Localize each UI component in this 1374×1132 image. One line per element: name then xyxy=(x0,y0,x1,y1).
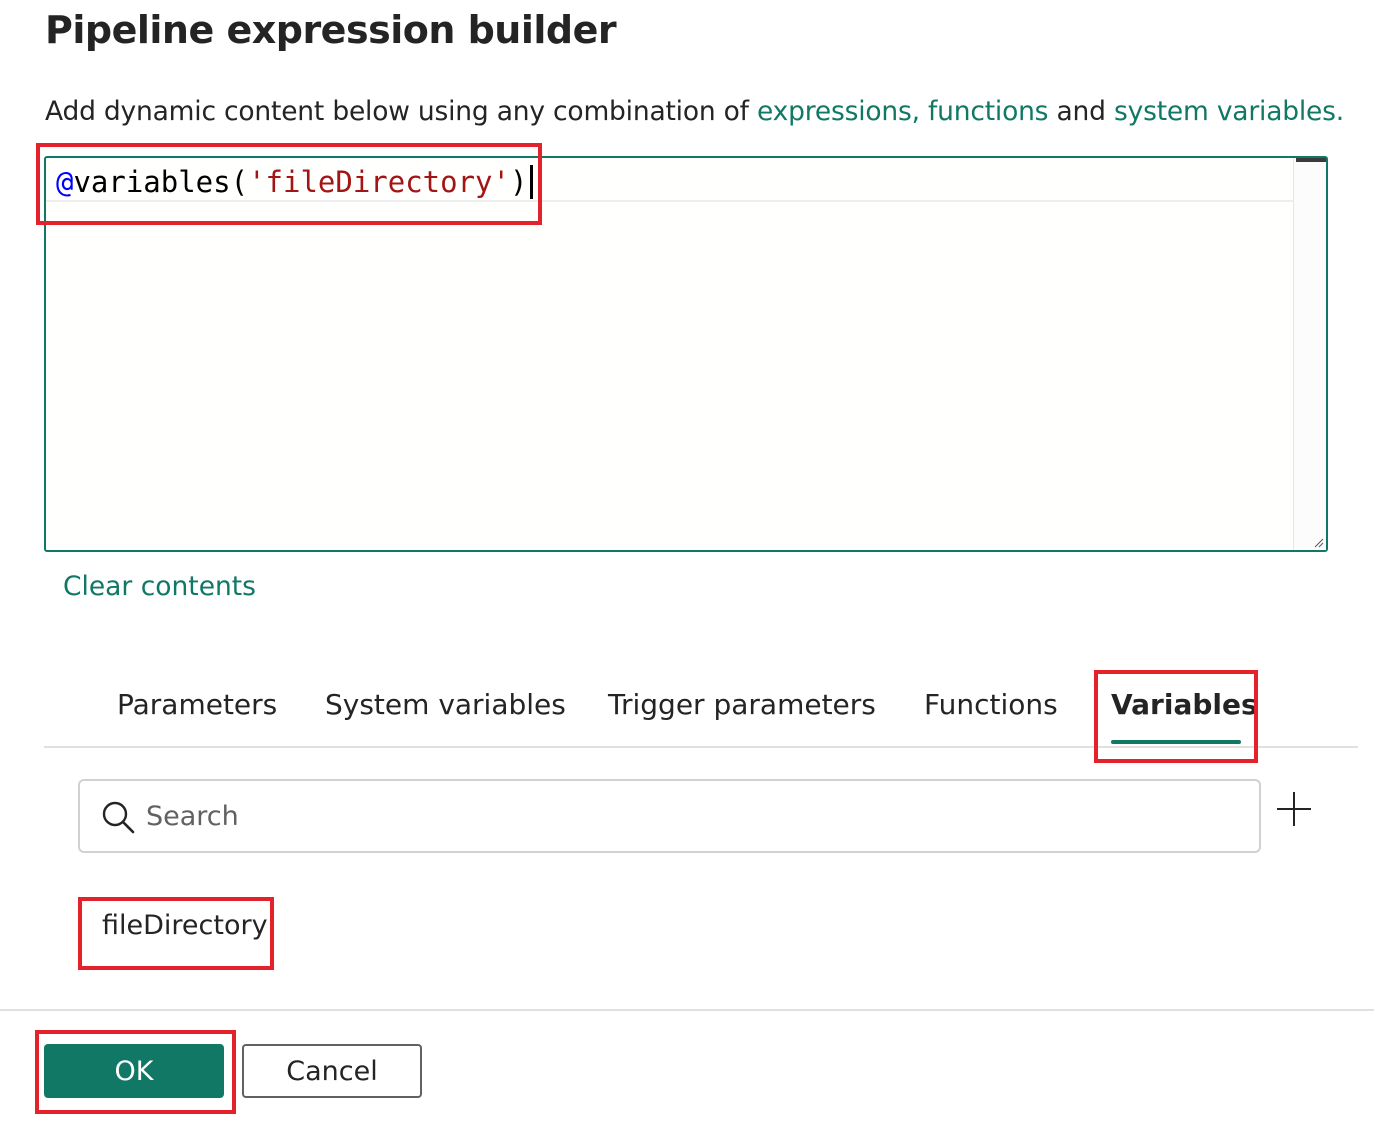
token-string-argument: 'fileDirectory' xyxy=(248,165,510,199)
clear-contents-link[interactable]: Clear contents xyxy=(63,571,256,602)
cancel-button[interactable]: Cancel xyxy=(242,1044,422,1098)
tab-system-variables[interactable]: System variables xyxy=(325,688,566,721)
token-open-paren: ( xyxy=(230,165,249,199)
description-middle: and xyxy=(1048,96,1114,127)
tab-bar: Parameters System variables Trigger para… xyxy=(44,670,1358,748)
editor-scrollbar[interactable] xyxy=(1293,158,1326,550)
add-variable-plus-icon[interactable] xyxy=(1275,790,1313,828)
system-variables-link[interactable]: system variables xyxy=(1114,96,1336,127)
tab-trigger-parameters[interactable]: Trigger parameters xyxy=(608,688,876,721)
description-prefix: Add dynamic content below using any comb… xyxy=(45,96,758,127)
search-icon xyxy=(102,801,135,834)
expressions-link[interactable]: expressions, xyxy=(757,96,928,127)
dialog-description: Add dynamic content below using any comb… xyxy=(45,96,1344,127)
tab-parameters[interactable]: Parameters xyxy=(117,688,277,721)
tab-variables[interactable]: Variables xyxy=(1111,688,1258,721)
active-tab-indicator xyxy=(1111,740,1241,744)
resize-grip-icon[interactable] xyxy=(1314,538,1324,548)
text-caret xyxy=(530,165,534,199)
ok-button[interactable]: OK xyxy=(44,1044,224,1098)
token-close-paren: ) xyxy=(509,165,528,199)
description-suffix: . xyxy=(1335,96,1344,127)
functions-link[interactable]: functions xyxy=(928,96,1048,127)
token-function-name: variables xyxy=(73,165,231,199)
token-at-sign: @ xyxy=(56,165,74,199)
search-box[interactable] xyxy=(78,779,1261,853)
scrollbar-thumb[interactable] xyxy=(1296,158,1326,162)
search-input[interactable] xyxy=(146,795,1236,837)
expression-code-line[interactable]: @variables('fileDirectory') xyxy=(56,162,534,202)
variable-list-item[interactable]: fileDirectory xyxy=(102,910,268,941)
dialog-title: Pipeline expression builder xyxy=(45,8,617,52)
footer-divider xyxy=(0,1009,1374,1011)
tab-functions[interactable]: Functions xyxy=(924,688,1058,721)
expression-editor[interactable]: @variables('fileDirectory') xyxy=(44,156,1328,552)
